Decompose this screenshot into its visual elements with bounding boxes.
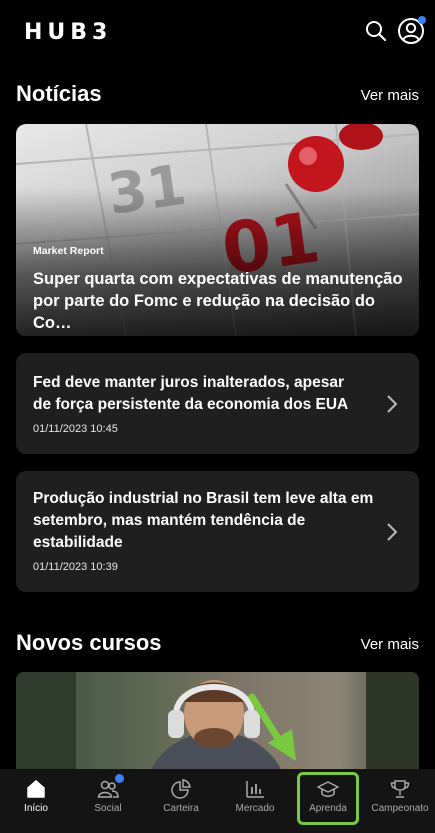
news-section-header: Notícias Ver mais (16, 81, 419, 111)
nav-item-social[interactable]: Social (72, 769, 144, 833)
featured-news-tag: Market Report (33, 245, 104, 257)
social-badge (115, 774, 124, 783)
news-date: 01/11/2023 10:45 (33, 423, 118, 435)
featured-news-title: Super quarta com expectativas de manuten… (33, 270, 403, 332)
courses-see-more-link[interactable]: Ver mais (361, 636, 419, 653)
nav-item-campeonato[interactable]: Campeonato (365, 769, 435, 833)
pointer-arrow-icon (248, 693, 296, 761)
home-icon (27, 780, 45, 798)
news-title: Fed deve manter juros inalterados, apesa… (33, 374, 349, 413)
nav-label: Social (94, 803, 122, 814)
course-image (16, 672, 419, 772)
chevron-right-icon (387, 395, 398, 413)
search-button[interactable] (363, 18, 389, 44)
nav-item-carteira[interactable]: Carteira (144, 769, 218, 833)
top-bar: HUB3 (0, 0, 435, 64)
courses-section-title: Novos cursos (16, 630, 162, 655)
pie-chart-icon (171, 779, 191, 799)
featured-news-card[interactable]: 31 01 Market Report Super quarta com exp… (16, 124, 419, 336)
nav-label: Campeonato (371, 803, 429, 814)
nav-label: Início (24, 803, 48, 814)
bottom-navigation: Início Social Carteira Mercado Aprenda C… (0, 769, 435, 833)
bar-chart-icon (246, 781, 264, 798)
nav-item-mercado[interactable]: Mercado (218, 769, 292, 833)
notification-dot (418, 16, 426, 24)
news-title: Produção industrial no Brasil tem leve a… (33, 490, 374, 551)
news-see-more-link[interactable]: Ver mais (361, 87, 419, 104)
profile-button[interactable] (398, 16, 426, 44)
course-card[interactable] (16, 672, 419, 772)
nav-label: Carteira (163, 803, 199, 814)
news-section-title: Notícias (16, 81, 102, 106)
nav-item-inicio[interactable]: Início (0, 769, 72, 833)
trophy-icon (390, 780, 410, 798)
chevron-right-icon (387, 523, 398, 541)
search-icon (366, 21, 387, 42)
news-date: 01/11/2023 10:39 (33, 561, 118, 573)
nav-label: Mercado (235, 803, 275, 814)
news-card[interactable]: Fed deve manter juros inalterados, apesa… (16, 353, 419, 454)
aprenda-highlight-box (297, 772, 359, 825)
courses-section-header: Novos cursos Ver mais (16, 630, 419, 660)
app-logo: HUB3 (24, 20, 113, 45)
news-card[interactable]: Produção industrial no Brasil tem leve a… (16, 471, 419, 592)
